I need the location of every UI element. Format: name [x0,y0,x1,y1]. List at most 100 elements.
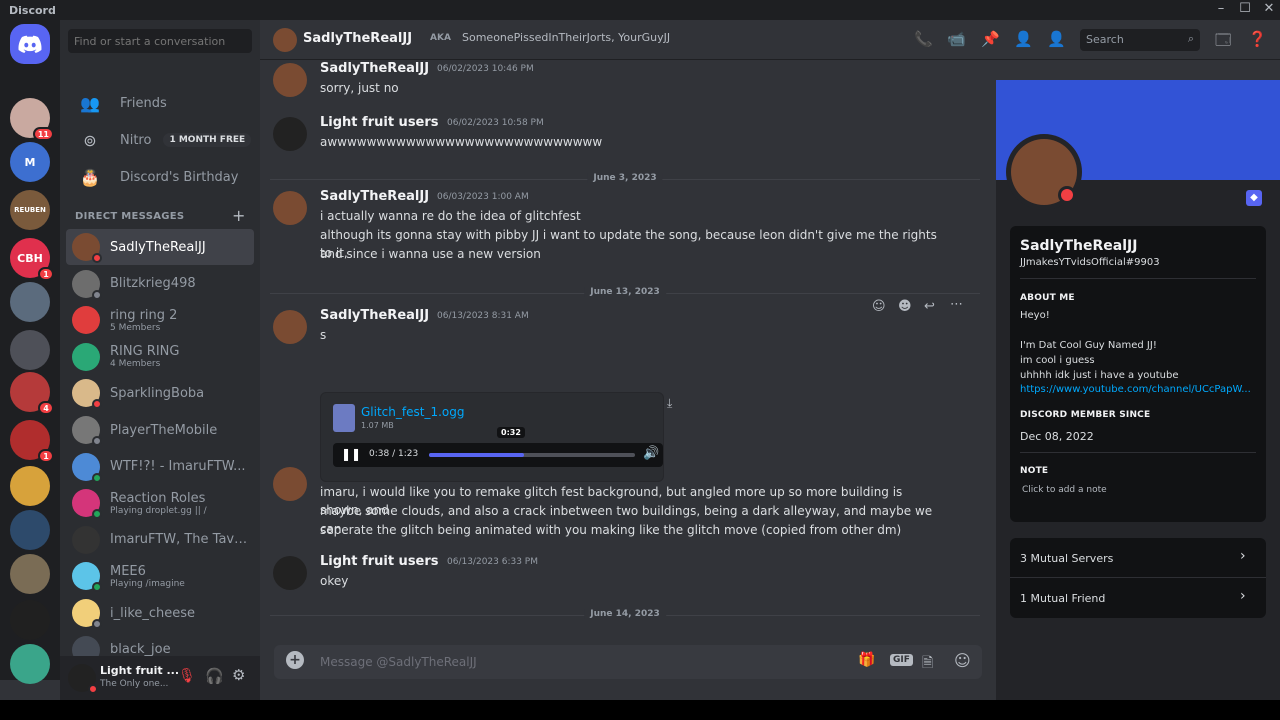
server-icon[interactable]: CBH 1 [10,238,54,281]
user-avatar[interactable] [68,664,98,694]
dm-item[interactable]: PlayerTheMobile [66,412,254,448]
message-composer[interactable]: + Message @SadlyTheRealJJ 🎁 GIF 🗎 ☺ [274,645,982,679]
message-author[interactable]: SadlyTheRealJJ [320,189,429,204]
attachment-filename[interactable]: Glitch_fest_1.ogg [361,405,464,419]
about-line [1020,325,1256,340]
message-avatar[interactable] [273,191,307,225]
add-friends-icon[interactable]: 👤 [1014,30,1033,48]
dm-item[interactable]: i_like_cheese [66,595,254,631]
server-icon[interactable]: 1 [10,420,54,463]
help-icon[interactable]: ❓ [1248,30,1267,48]
server-icon[interactable] [10,330,50,370]
server-initials: CBH [17,251,43,265]
message-avatar[interactable] [273,310,307,344]
server-icon[interactable]: REUBEN [10,190,50,230]
dm-item[interactable]: WTF!?! - ImaruFTW... [66,449,254,485]
server-icon[interactable] [10,466,50,506]
message-input-placeholder[interactable]: Message @SadlyTheRealJJ [320,655,477,669]
dm-item[interactable]: MEE6 Playing /imagine [66,558,254,594]
video-call-icon[interactable]: 📹 [947,30,966,48]
mute-mic-icon[interactable]: 🎙 [178,668,196,684]
note-header: NOTE [1020,466,1049,476]
message-timestamp: 06/13/2023 8:31 AM [437,311,529,321]
download-icon[interactable]: ⤓ [667,396,672,411]
aka-names: SomeonePissedInTheirJorts, YourGuyJJ [462,31,671,44]
mutual-friends-row[interactable]: 1 Mutual Friend › [1010,578,1266,618]
voice-call-icon[interactable]: 📞 [914,30,933,48]
gift-icon[interactable]: 🎁 [858,652,875,668]
dm-subtext: 5 Members [110,322,161,333]
reply-icon[interactable]: ↩ [924,299,935,314]
search-input[interactable]: Search ⌕ [1080,29,1200,51]
dm-item[interactable]: Blitzkrieg498 [66,266,254,302]
message-author[interactable]: SadlyTheRealJJ [320,61,429,76]
message-avatar[interactable] [273,63,307,97]
message-author[interactable]: SadlyTheRealJJ [320,308,429,323]
pause-icon[interactable]: ❚❚ [341,447,361,461]
home-button[interactable] [10,24,50,64]
sticker-icon[interactable]: 🗎 [922,652,933,676]
message-avatar[interactable] [273,556,307,590]
avatar [72,525,100,554]
more-options-icon[interactable]: ⋯ [950,297,963,312]
message-avatar[interactable] [273,117,307,151]
nitro-badge-icon[interactable]: ◆ [1246,190,1262,206]
avatar [72,562,102,593]
close-icon[interactable]: ✕ [1258,1,1280,16]
server-icon[interactable]: M [10,142,50,182]
maximize-icon[interactable]: ☐ [1234,1,1256,16]
add-reaction-icon[interactable]: ☺ [872,299,886,314]
server-icon[interactable] [10,600,50,640]
date-label: June 13, 2023 [584,287,666,297]
dm-name: SparklingBoba [110,385,205,401]
about-line: uhhhh idk just i have a youtube [1020,370,1179,381]
search-icon: ⌕ [1187,32,1194,45]
server-icon[interactable] [10,554,50,594]
dm-item[interactable]: RING RING 4 Members [66,339,254,375]
dm-item[interactable]: ring ring 25 Members [66,302,254,338]
nav-discord-s-birthday[interactable]: 🎂 Discord's Birthday [68,159,252,195]
profile-display-name: SadlyTheRealJJ [1020,238,1138,254]
mutual-servers-row[interactable]: 3 Mutual Servers › [1010,538,1266,578]
note-input[interactable]: Click to add a note [1022,485,1107,495]
discord-window: 11 M REUBEN CBH 1 4 1 👥 Friends ⊚ Nitro 1 MONTH FR… [0,20,1280,700]
server-icon[interactable]: 4 [10,372,54,415]
mention-badge: 4 [38,401,54,415]
dm-name: RING RING [110,344,180,360]
dm-item[interactable]: SadlyTheRealJJ [66,229,254,265]
find-conversation-input[interactable] [68,29,252,53]
upload-plus-icon[interactable]: + [286,651,304,669]
title-bar: Discord – ☐ ✕ [0,0,1280,20]
add-super-reaction-icon[interactable]: ☻ [898,299,912,314]
server-initials: M [24,155,36,169]
youtube-link[interactable]: https://www.youtube.com/channel/UCcPapW.… [1020,384,1256,395]
gif-icon[interactable]: GIF [890,654,913,666]
pinned-messages-icon[interactable]: 📌 [981,30,1000,48]
status-indicator [92,289,102,300]
dm-name: PlayerTheMobile [110,422,218,438]
about-me-text: Heyo! I'm Dat Cool Guy Named JJ! im cool i… [1020,310,1256,385]
minimize-icon[interactable]: – [1210,1,1232,16]
audio-progress-track[interactable] [429,453,635,457]
about-me-header: ABOUT ME [1020,293,1075,303]
server-icon[interactable]: 11 [10,98,54,141]
headphones-icon[interactable]: 🎧 [205,667,224,685]
message-author[interactable]: Light fruit users [320,115,439,130]
message-author[interactable]: Light fruit users [320,554,439,569]
emoji-icon[interactable]: ☺ [954,651,971,670]
nav-nitro[interactable]: ⊚ Nitro 1 MONTH FREE [68,122,252,158]
inbox-icon[interactable]: 🗔 [1215,30,1231,55]
server-icon[interactable] [10,282,50,322]
dm-item[interactable]: Reaction Roles Playing droplet.gg || / [66,485,254,521]
server-icon[interactable] [10,644,50,684]
dm-item[interactable]: ImaruFTW, The Tavere... [66,522,254,558]
create-dm-icon[interactable]: + [232,206,245,225]
dm-item[interactable]: SparklingBoba [66,375,254,411]
user-profile-icon[interactable]: 👤 [1047,30,1066,48]
server-icon[interactable] [10,510,50,550]
settings-gear-icon[interactable]: ⚙ [232,666,245,684]
message-avatar[interactable] [273,467,307,501]
nav-friends[interactable]: 👥 Friends [68,85,252,121]
volume-icon[interactable]: 🔊 [643,446,659,461]
chevron-right-icon: › [1240,548,1246,564]
